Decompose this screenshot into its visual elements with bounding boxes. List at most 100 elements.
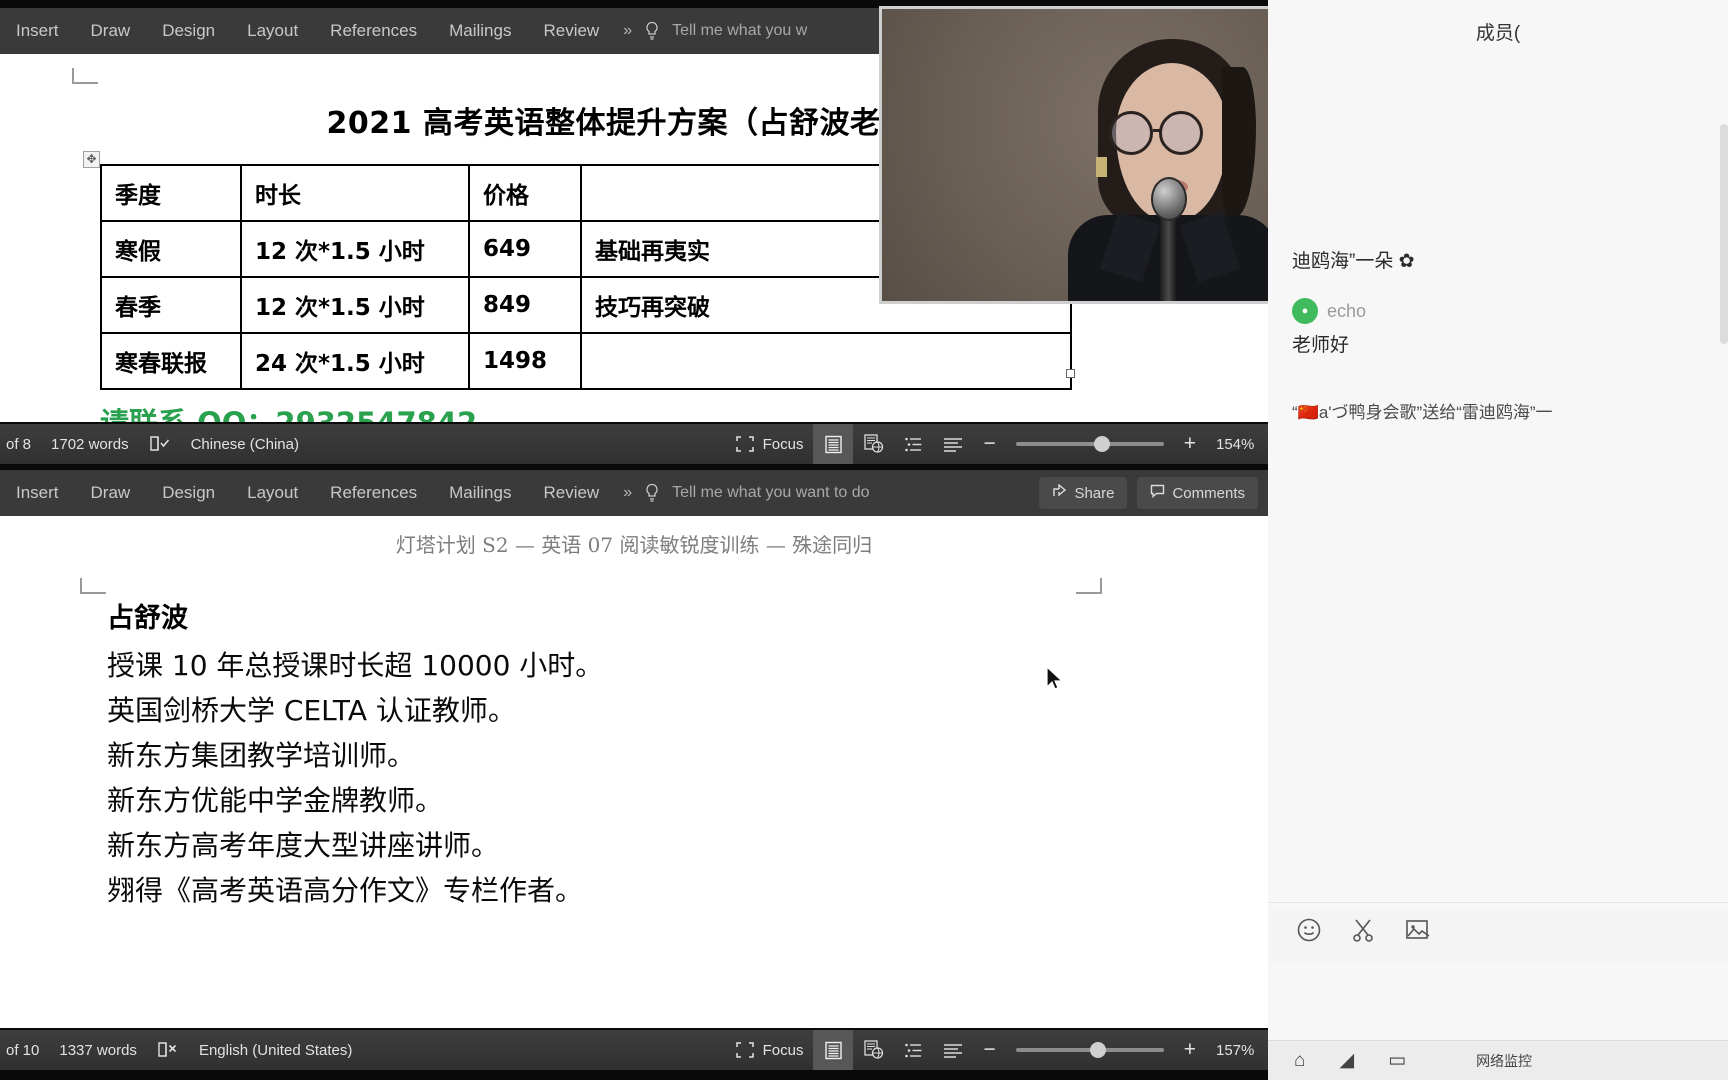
- comment-bubble-icon: [1150, 484, 1165, 502]
- zoom-level-label[interactable]: 157%: [1206, 1042, 1268, 1059]
- share-label: Share: [1074, 484, 1115, 502]
- comments-button[interactable]: Comments: [1137, 477, 1258, 509]
- web-layout-view-button[interactable]: [853, 1030, 893, 1070]
- zoom-in-button[interactable]: +: [1174, 432, 1206, 456]
- chat-message-input[interactable]: [1268, 962, 1728, 1040]
- hair-strand: [1221, 67, 1256, 217]
- window-icon[interactable]: ▭: [1388, 1049, 1406, 1072]
- table-header-cell: 时长: [240, 164, 470, 222]
- margin-crop-mark: [1076, 578, 1102, 594]
- zoom-slider[interactable]: [1015, 1042, 1164, 1058]
- chevron-double-right-icon[interactable]: »: [615, 22, 638, 40]
- table-cell: 寒春联报: [100, 332, 242, 390]
- eyeglasses-bridge: [1152, 129, 1161, 132]
- ribbon-tab-draw[interactable]: Draw: [75, 21, 147, 41]
- table-cell: 12 次*1.5 小时: [240, 276, 470, 334]
- table-cell: 849: [468, 276, 582, 334]
- ribbon-tab-design[interactable]: Design: [146, 483, 231, 503]
- presenter-figure: [1046, 39, 1296, 301]
- table-move-handle[interactable]: ✥: [83, 151, 100, 168]
- ribbon-tab-insert[interactable]: Insert: [0, 483, 75, 503]
- table-cell: [580, 332, 1072, 390]
- bio-line: 新东方高考年度大型讲座讲师。: [107, 829, 500, 862]
- scissors-icon[interactable]: [1350, 917, 1376, 948]
- image-icon[interactable]: [1404, 917, 1430, 948]
- screen: 2021 高考英语整体提升方案（占舒波老师） ✥ 季度 时长 价格 寒假 12 …: [0, 0, 1728, 1080]
- focus-mode-button[interactable]: Focus: [726, 436, 814, 453]
- ribbon-tab-insert[interactable]: Insert: [0, 21, 75, 41]
- wall-sticker: [1095, 157, 1107, 177]
- ribbon-tab-references[interactable]: References: [314, 483, 433, 503]
- zoom-in-button[interactable]: +: [1174, 1038, 1206, 1062]
- table-cell: 12 次*1.5 小时: [240, 220, 470, 278]
- margin-crop-mark: [72, 68, 98, 84]
- document2-page: 灯塔计划 S2 — 英语 07 阅读敏锐度训练 — 殊途同归 占舒波 授课 10…: [0, 516, 1268, 1028]
- ribbon-tab-layout[interactable]: Layout: [231, 483, 314, 503]
- ribbon-tab-review[interactable]: Review: [527, 21, 615, 41]
- chat-panel: 成员( 迪鸥海”一朵 ✿ ● echo 老师好 “🇨🇳a'づ鸭身会歌”送给“雷迪…: [1268, 0, 1728, 1080]
- ribbon-tab-layout[interactable]: Layout: [231, 21, 314, 41]
- instructor-name: 占舒波: [107, 603, 188, 634]
- network-monitor-label[interactable]: 网络监控: [1476, 1051, 1532, 1071]
- chat-message-text: 老师好: [1292, 335, 1350, 356]
- volume-icon[interactable]: ◢: [1339, 1049, 1354, 1072]
- outline-view-button[interactable]: [893, 424, 933, 464]
- table-cell: 1498: [468, 332, 582, 390]
- ribbon-tab-mailings[interactable]: Mailings: [433, 21, 527, 41]
- chat-message-author: ● echo: [1292, 298, 1712, 324]
- chat-scrollbar[interactable]: [1720, 124, 1728, 344]
- zoom-slider[interactable]: [1015, 436, 1164, 452]
- page-count-label: of 8: [6, 435, 32, 453]
- document2-header-line: 灯塔计划 S2 — 英语 07 阅读敏锐度训练 — 殊途同归: [395, 533, 873, 557]
- mouse-cursor: [1046, 665, 1064, 697]
- table-resize-handle[interactable]: [1066, 369, 1075, 378]
- zoom-level-label[interactable]: 154%: [1206, 436, 1268, 453]
- ribbon-tab-draw[interactable]: Draw: [75, 483, 147, 503]
- table-header-cell: 季度: [100, 164, 242, 222]
- focus-label: Focus: [762, 1041, 804, 1059]
- language-label[interactable]: Chinese (China): [181, 436, 309, 453]
- ribbon-tab-review[interactable]: Review: [527, 483, 615, 503]
- outline-view-button[interactable]: [893, 1030, 933, 1070]
- avatar[interactable]: ●: [1292, 298, 1318, 324]
- zoom-out-button[interactable]: −: [973, 1038, 1005, 1062]
- tell-me-search-box[interactable]: Tell me what you want to do: [666, 484, 869, 502]
- ribbon-tab-references[interactable]: References: [314, 21, 433, 41]
- members-header[interactable]: 成员(: [1268, 0, 1728, 62]
- eyeglasses-left-lens: [1108, 111, 1153, 155]
- document1-status-bar: of 8 1702 words Chinese (China) Focus − …: [0, 424, 1268, 464]
- table-cell: 春季: [100, 276, 242, 334]
- share-button[interactable]: Share: [1039, 477, 1128, 509]
- tell-me-search-box[interactable]: Tell me what you w: [666, 22, 807, 40]
- table-cell: 寒假: [100, 220, 242, 278]
- proofing-error-icon[interactable]: [147, 1040, 189, 1060]
- comments-label: Comments: [1172, 484, 1245, 502]
- ribbon-tab-mailings[interactable]: Mailings: [433, 483, 527, 503]
- system-taskbar: ⌂ ◢ ▭ 网络监控: [1268, 1040, 1728, 1080]
- table-header-cell: 价格: [468, 164, 582, 222]
- language-label[interactable]: English (United States): [189, 1042, 362, 1059]
- proofing-check-icon[interactable]: [139, 434, 181, 454]
- zoom-slider-knob[interactable]: [1089, 1042, 1106, 1058]
- zoom-out-button[interactable]: −: [973, 432, 1005, 456]
- margin-crop-mark: [80, 578, 106, 594]
- bio-line: 新东方优能中学金牌教师。: [107, 784, 444, 817]
- document2-ribbon: Insert Draw Design Layout References Mai…: [0, 470, 1268, 516]
- print-layout-view-button[interactable]: [813, 1030, 854, 1070]
- chat-message: ● echo 老师好: [1292, 298, 1712, 357]
- share-icon: [1052, 483, 1067, 502]
- web-layout-view-button[interactable]: [853, 424, 893, 464]
- ribbon-tab-design[interactable]: Design: [146, 21, 231, 41]
- bio-line: 新东方集团教学培训师。: [107, 739, 416, 772]
- focus-mode-button[interactable]: Focus: [726, 1042, 814, 1059]
- bell-icon[interactable]: ⌂: [1294, 1050, 1305, 1072]
- emoji-icon[interactable]: [1296, 917, 1322, 948]
- chat-message-text: “🇨🇳a'づ鸭身会歌”送给“雷迪鸥海”一: [1292, 403, 1553, 422]
- draft-view-button[interactable]: [933, 424, 973, 464]
- page-count-label: of 10: [6, 1041, 40, 1059]
- chat-message-list[interactable]: 迪鸥海”一朵 ✿ ● echo 老师好 “🇨🇳a'づ鸭身会歌”送给“雷迪鸥海”一: [1268, 62, 1728, 910]
- print-layout-view-button[interactable]: [813, 424, 854, 464]
- draft-view-button[interactable]: [933, 1030, 973, 1070]
- chevron-double-right-icon[interactable]: »: [615, 484, 638, 502]
- zoom-slider-knob[interactable]: [1093, 436, 1110, 452]
